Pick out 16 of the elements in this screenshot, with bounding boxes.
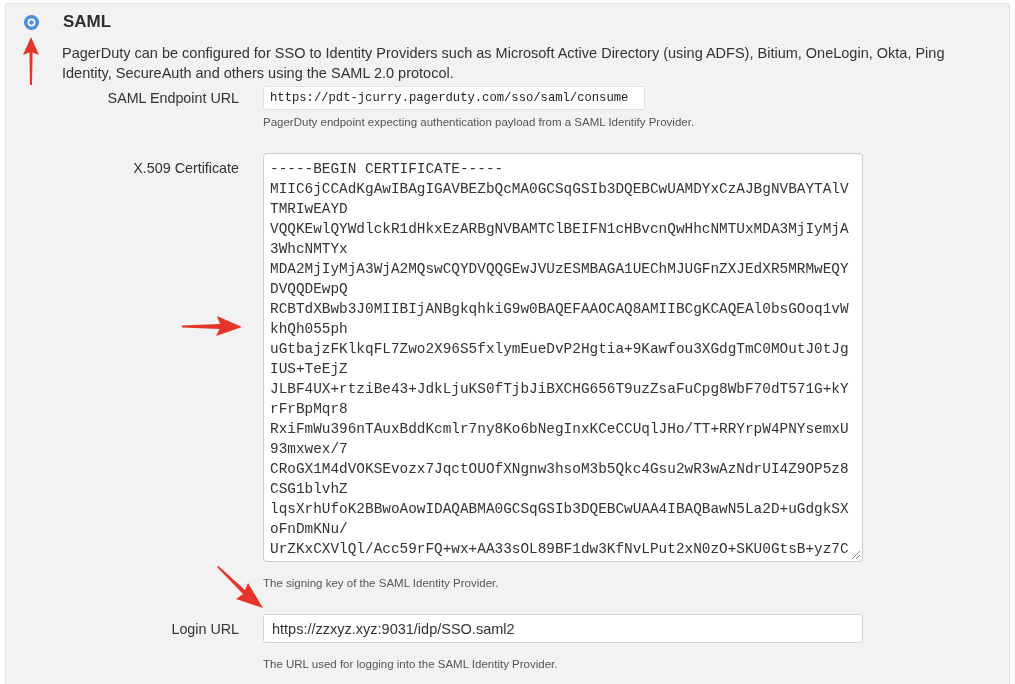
help-text: PagerDuty endpoint expecting authentication payload from a SAML Identify Provider. bbox=[263, 115, 695, 130]
resize-grip-icon[interactable] bbox=[852, 551, 860, 559]
endpoint-url-field[interactable]: https://pdt-jcurry.pagerduty.com/sso/saml/consume bbox=[263, 86, 645, 110]
arrow-icon bbox=[182, 315, 242, 337]
arrow-icon bbox=[22, 37, 40, 85]
field-label: SAML Endpoint URL bbox=[107, 89, 239, 108]
arrow-icon bbox=[217, 566, 263, 608]
help-text: The signing key of the SAML Identity Provider. bbox=[263, 576, 499, 591]
field-label: Login URL bbox=[171, 620, 239, 639]
login-url-field[interactable]: https://zzxyz.xyz:9031/idp/SSO.saml2 bbox=[263, 614, 863, 643]
radio-button[interactable] bbox=[24, 14, 39, 30]
certificate-field[interactable]: -----BEGIN CERTIFICATE----- MIIC6jCCAdKgAwIBAgIGAVBEZbQcMA0GCSqGSIb3DQEBCwUAMDYxCzAJBgNVBAYTAlV TMRIwEAYD VQQKEwlQYWdlckR1dHkxEzARBgNVBAMTClBEIFN1cHBvcnQwHhcNMTUxMDA3MjIyMjA 3WhcNMTYx MDA2MjIyMjA3WjA2MQswCQYDVQQGEwJVUzESMBAGA1UEChMJUGFnZXJEdXR5MRMwEQY DVQQDEwpQ RCBTdXBwb3J0MIIBIjANBgkqhkiG9w0BAQEFAAOCAQ8AMIIBCgKCAQEAl0bsGOoq1vW khQh055ph uGtbajzFKlkqFL7Zwo2X96S5fxlymEueDvP2Hgtia+9Kawfou3XGdgTmC0MOutJ0tJg IUS+TeEjZ JLBF4UX+rtziBe43+JdkLjuKS0fTjbJiBXCHG656T9uzZsaFuCpg8WbF70dT571G+kY rFrBpMqr8 RxiFmWu396nTAuxBddKcmlr7ny8Ko6bNegInxKCeCCUqlJHo/TT+RRYrpW4PNYsemxU 93mxwex/7 CRoGX1M4dVOKSEvozx7JqctOUOfXNgnw3hsoM3b5Qkc4Gsu2wR3wAzNdrUI4Z9OP5z8 CSG1blvhZ lqsXrhUfoK2BBwoAowIDAQABMA0GCSqGSIb3DQEBCwUAA4IBAQBawN5La2D+uGdgkSX oFnDmKNu/ UrZKxCXVlQl/Acc59rFQ+wx+AA33sOL89BF1dw3KfNvLPut2xN0zO+SKU0GtsB+yz7C bbox=[263, 153, 863, 562]
option-title: SAML bbox=[63, 12, 112, 32]
option-description: PagerDuty can be configured for SSO to Identity Providers such as Microsoft Active Directory (using ADFS), Bitium, OneLogin, Okta, Ping Identity, SecureAuth and others using the SAML 2.0 protocol. bbox=[62, 44, 946, 83]
help-text: The URL used for logging into the SAML Identity Provider. bbox=[263, 657, 558, 672]
field-label: X.509 Certificate bbox=[133, 159, 239, 178]
